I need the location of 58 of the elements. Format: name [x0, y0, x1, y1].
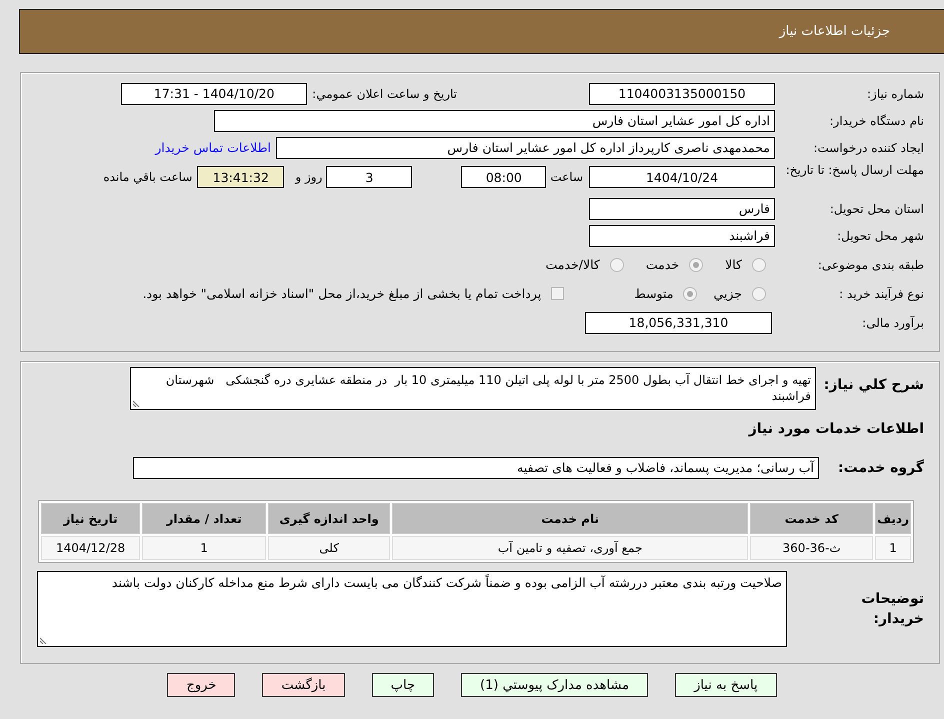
description-field[interactable]: تهیه و اجرای خط انتقال آب بطول 2500 متر با لوله پلی اتیلن 110 میلیمتری 10 بار در منطقه عشایری دره گنجشکی شهرستان فراشبند — [130, 367, 816, 410]
table-cell: ث-36-360 — [750, 536, 874, 560]
action-button[interactable]: خروج — [167, 673, 236, 697]
buyer-notes-field[interactable]: صلاحیت ورتبه بندی معتبر دررشته آب الزامی بوده و ضمناً شرکت کنندگان می بایست دارای شرط منع مداخله کارکنان دولت باشند — [37, 571, 787, 647]
table-cell: کلی — [268, 536, 390, 560]
days-field[interactable]: 3 — [326, 166, 412, 188]
column-header: کد خدمت — [750, 503, 874, 534]
field-label: شهر محل تحویل: — [836, 228, 924, 242]
field-label: مهلت ارسال پاسخ: تا تاریخ: — [784, 163, 924, 178]
announcement-date-field[interactable]: 1404/10/20 - 17:31 — [121, 82, 308, 104]
radio-label: جزيي — [713, 286, 742, 301]
province-field[interactable]: فارس — [589, 198, 775, 220]
section-title: اطلاعات خدمات مورد نیاز — [747, 420, 924, 439]
city-field[interactable]: فراشبند — [589, 224, 775, 246]
column-header: واحد اندازه گیری — [268, 503, 390, 534]
field-label: نوع فرآیند خرید : — [838, 286, 924, 300]
table-cell: 1 — [875, 536, 911, 560]
table-cell: 1 — [142, 536, 266, 560]
column-header: تاریخ نیاز — [41, 503, 140, 534]
action-button[interactable]: چاپ — [372, 673, 434, 697]
remaining-time-field[interactable]: 13:41:32 — [197, 166, 284, 188]
field-label: تاریخ و ساعت اعلان عمومي: — [312, 86, 457, 103]
table-cell: جمع آوری، تصفیه و تامین آب — [392, 536, 748, 560]
field-label: ساعت باقي مانده — [103, 169, 192, 186]
field-label: روز و — [295, 169, 322, 186]
field-label: گروه خدمت: — [837, 460, 924, 476]
budget-field[interactable]: 18,056,331,310 — [585, 312, 772, 334]
column-header: ردیف — [875, 503, 911, 534]
action-button[interactable]: مشاهده مدارک پیوستي (1) — [461, 673, 648, 697]
deadline-time-field[interactable]: 08:00 — [461, 166, 546, 188]
field-label: استان محل تحویل: — [828, 202, 924, 216]
field-label: نام دستگاه خریدار: — [828, 114, 924, 128]
buyer-organization-field[interactable]: اداره کل امور عشایر استان فارس — [214, 110, 775, 132]
radio-label: خدمت — [646, 257, 680, 272]
field-label: ساعت — [550, 169, 583, 186]
radio-label: متوسط — [634, 286, 674, 301]
buyer-contact-link[interactable]: اطلاعات تماس خریدار — [155, 140, 271, 155]
field-label: طبقه بندی موضوعی: — [816, 258, 924, 272]
resize-grip-icon[interactable] — [133, 400, 140, 407]
resize-grip-icon[interactable] — [40, 637, 47, 644]
column-header: تعداد / مقدار — [142, 503, 266, 534]
table-cell: 1404/12/28 — [41, 536, 140, 560]
field-label: ایجاد کننده درخواست: — [812, 140, 924, 154]
radio-label: کالا — [725, 257, 742, 272]
column-header: نام خدمت — [392, 503, 748, 534]
field-label: شرح کلي نیاز: — [822, 376, 924, 393]
page-title: جزئیات اطلاعات نیاز — [779, 24, 890, 39]
field-label: توضیحات خریدار: — [860, 590, 924, 629]
action-button[interactable]: پاسخ به نیاز — [675, 673, 777, 697]
deadline-date-field[interactable]: 1404/10/24 — [589, 166, 775, 188]
action-button[interactable]: بازگشت — [262, 673, 345, 697]
need-number-field[interactable]: 1104003135000150 — [589, 82, 775, 104]
field-label: برآورد مالی: — [861, 316, 924, 330]
service-group-field[interactable]: آب رسانی؛ مدیریت پسماند، فاضلاب و فعالیت های تصفیه — [133, 456, 819, 478]
radio-label: کالا/خدمت — [545, 257, 600, 272]
field-label: شماره نیاز: — [866, 86, 924, 100]
requester-field[interactable]: محمدمهدی ناصری کارپرداز اداره کل امور عشایر استان فارس — [276, 136, 775, 158]
treasury-payment-text: پرداخت تمام یا بخشی از مبلغ خرید،از محل "اسناد خزانه اسلامی" خواهد بود. — [142, 286, 542, 301]
